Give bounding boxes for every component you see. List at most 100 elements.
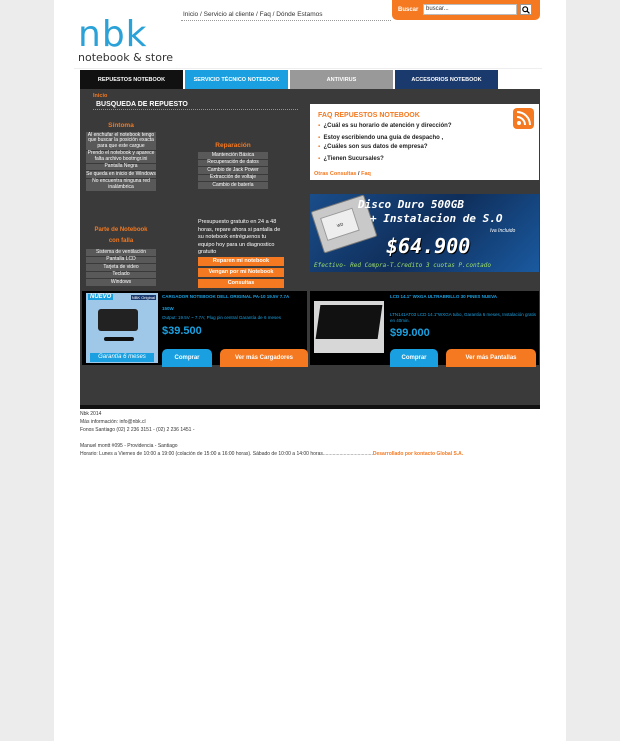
search-button[interactable]	[520, 4, 532, 15]
reparacion-item[interactable]: Cambio de batería	[198, 182, 268, 189]
footer-hours-text: Horario: Lunes a Viernes de 10:00 a 19:0…	[80, 451, 373, 457]
tab-servicio-tecnico[interactable]: SERVICIO TÉCNICO NOTEBOOK	[185, 70, 288, 89]
presupuesto-text: Presupuesto gratuito en 24 a 48 horas, r…	[198, 219, 281, 255]
product1-subtitle: 150W	[162, 306, 174, 311]
faq-box: FAQ REPUESTOS NOTEBOOK ▪ ¿Cuál es su hor…	[310, 104, 539, 180]
nav-link-inicio[interactable]: Inicio	[183, 11, 198, 18]
faq-link[interactable]: Faq	[361, 171, 371, 177]
faq-item[interactable]: ▪ ¿Cuál es su horario de atención y dire…	[318, 122, 508, 131]
reparacion-item[interactable]: Cambio de Jack Power	[198, 167, 268, 174]
rss-icon[interactable]	[513, 108, 534, 129]
partes-title: Parte de Notebook	[94, 227, 148, 233]
section-title: BUSQUEDA DE REPUESTO	[96, 101, 188, 108]
ver-mas-pantallas-button[interactable]: Ver más Pantallas	[446, 349, 536, 367]
promo-banner[interactable]: WD Disco Duro 500GB + Instalacion de S.O…	[310, 194, 539, 272]
product2-price: $99.000	[390, 327, 430, 339]
original-badge: NBK Original	[130, 295, 156, 300]
footer-email[interactable]: Más información: info@nbk.cl	[80, 418, 463, 426]
product1-desc: Output: 19.5V ~ 7.7A; Plug pin central G…	[162, 315, 281, 320]
search-icon	[522, 5, 530, 14]
banner-iva: Iva Incluido	[490, 228, 516, 234]
banner-line2: + Instalacion de S.O	[370, 212, 503, 225]
product2-desc: LTN141AT03 LCD 14.1"WXGA tubo, Garantía …	[390, 312, 537, 323]
parte-item[interactable]: Tarjeta de video	[86, 264, 156, 271]
comprar-cargador-button[interactable]: Comprar	[162, 349, 212, 367]
nav-link-faq[interactable]: Faq	[260, 11, 271, 18]
faq-item[interactable]: ▪ ¿Tienen Sucursales?	[318, 155, 508, 164]
cargador-image[interactable]: NUEVO NBK Original Garantía 6 meses	[86, 293, 158, 363]
footer-hours: Horario: Lunes a Viernes de 10:00 a 19:0…	[80, 450, 463, 458]
charger-cable	[104, 337, 134, 341]
sintoma-title: Síntoma	[108, 122, 134, 129]
footer-address: Manuel montt #095 - Providencia - Santia…	[80, 443, 178, 449]
faq-item[interactable]: ▪ ¿Cuáles son sus datos de empresa?	[318, 143, 508, 152]
sintoma-item[interactable]: Prendo el notebook y aparece falta archi…	[86, 150, 156, 163]
partes-title-2: con falla	[108, 238, 134, 244]
reparacion-item[interactable]: Mantención Básica	[198, 152, 268, 159]
section-divider	[93, 109, 298, 110]
reparacion-title: Reparación	[215, 142, 251, 149]
parte-item[interactable]: Windows	[86, 279, 156, 286]
charger-shape	[98, 309, 138, 331]
logo-brand: nbk	[78, 14, 148, 55]
lcd-image[interactable]	[314, 301, 384, 353]
sintoma-block: Síntoma Al enchufar el notebook tengo qu…	[86, 122, 156, 192]
sintoma-item[interactable]: No encuentra ninguna red inalámbrica	[86, 178, 156, 191]
footer-phones: Fonos Santiago (02) 2 236 3151 - (02) 2 …	[80, 427, 195, 433]
reparacion-item[interactable]: Extracción de voltaje	[198, 174, 268, 181]
sintoma-item[interactable]: Al enchufar el notebook tengo que buscar…	[86, 132, 156, 150]
content-bottom-bar	[80, 405, 540, 409]
footer: Nbk 2014 Más información: info@nbk.cl Fo…	[80, 410, 463, 458]
nav-link-servicio[interactable]: Servicio al cliente	[204, 11, 255, 18]
parte-item[interactable]: Pantalla LCD	[86, 256, 156, 263]
nuevo-badge: NUEVO	[88, 294, 114, 300]
sintoma-item[interactable]: Se queda en inicio de Windows	[86, 171, 156, 178]
faq-title: FAQ REPUESTOS NOTEBOOK	[318, 112, 420, 119]
product2-title[interactable]: LCD 14.1" WXGA ULTRABRILLO 30 PINES NUEV…	[390, 294, 536, 299]
partes-block: Parte de Notebook con falla Sistema de v…	[86, 225, 156, 287]
vengan-button[interactable]: Vengan por mi Notebook	[198, 268, 284, 277]
faq-item[interactable]: ▪ Estoy escribiendo una guía de despacho…	[318, 134, 508, 143]
main-content: Inicio BUSQUEDA DE REPUESTO Síntoma Al e…	[80, 89, 540, 408]
logo-tagline: notebook & store	[78, 51, 173, 64]
sintoma-item[interactable]: Pantalla Negra	[86, 163, 156, 170]
faq-footer-links: Otras Consultas / Faq	[314, 171, 371, 177]
page: nbk notebook & store Inicio / Servicio a…	[54, 0, 566, 741]
tab-repuestos[interactable]: REPUESTOS NOTEBOOK	[80, 70, 183, 89]
comprar-lcd-button[interactable]: Comprar	[390, 349, 438, 367]
topnav-divider	[181, 20, 391, 21]
tab-label: REPUESTOS NOTEBOOK	[97, 76, 166, 83]
disk-label: WD	[320, 207, 360, 241]
reparacion-block: Reparación Mantención Básica Recuperació…	[198, 142, 268, 190]
banner-line1: Disco Duro 500GB	[358, 198, 464, 211]
logo[interactable]: nbk notebook & store	[78, 14, 173, 64]
top-navigation: Inicio / Servicio al cliente / Faq / Dón…	[183, 11, 322, 18]
tab-antivirus[interactable]: ANTIVIRUS	[290, 70, 393, 89]
banner-price: $64.900	[386, 234, 471, 258]
search-bar: Buscar buscar...	[392, 0, 540, 20]
parte-item[interactable]: Sistema de ventilación	[86, 249, 156, 256]
tab-accesorios[interactable]: ACCESORIOS NOTEBOOK	[395, 70, 498, 89]
footer-credit-link[interactable]: Desarrollado por kontacto Global S.A.	[373, 451, 463, 457]
tab-label: ANTIVIRUS	[326, 76, 357, 83]
ver-mas-cargadores-button[interactable]: Ver más Cargadores	[220, 349, 308, 367]
footer-spacer	[80, 434, 463, 442]
reparacion-item[interactable]: Recuperación de datos	[198, 159, 268, 166]
lcd-panel	[315, 305, 383, 339]
tab-label: ACCESORIOS NOTEBOOK	[411, 76, 482, 83]
banner-payment: Efectivo- Red Compra-T.Credito 3 cuotas …	[314, 262, 492, 269]
consultas-button[interactable]: Consultas	[198, 279, 284, 288]
footer-copyright: Nbk 2014	[80, 411, 102, 417]
reparen-button[interactable]: Reparen mi notebook	[198, 257, 284, 266]
breadcrumb[interactable]: Inicio	[93, 93, 107, 99]
otras-consultas-link[interactable]: Otras Consultas	[314, 171, 356, 177]
product1-price: $39.500	[162, 325, 202, 337]
header-divider	[74, 68, 542, 69]
faq-list: ▪ ¿Cuál es su horario de atención y dire…	[318, 122, 508, 164]
nav-link-donde[interactable]: Dónde Estamos	[276, 11, 322, 18]
search-input[interactable]: buscar...	[423, 4, 517, 15]
product1-title[interactable]: CARGADOR NOTEBOOK DELL ORIGINAL PA-10 19…	[162, 294, 306, 299]
search-label: Buscar	[398, 7, 419, 13]
parte-item[interactable]: Teclado	[86, 271, 156, 278]
garantia-label: Garantía 6 meses	[90, 353, 154, 362]
